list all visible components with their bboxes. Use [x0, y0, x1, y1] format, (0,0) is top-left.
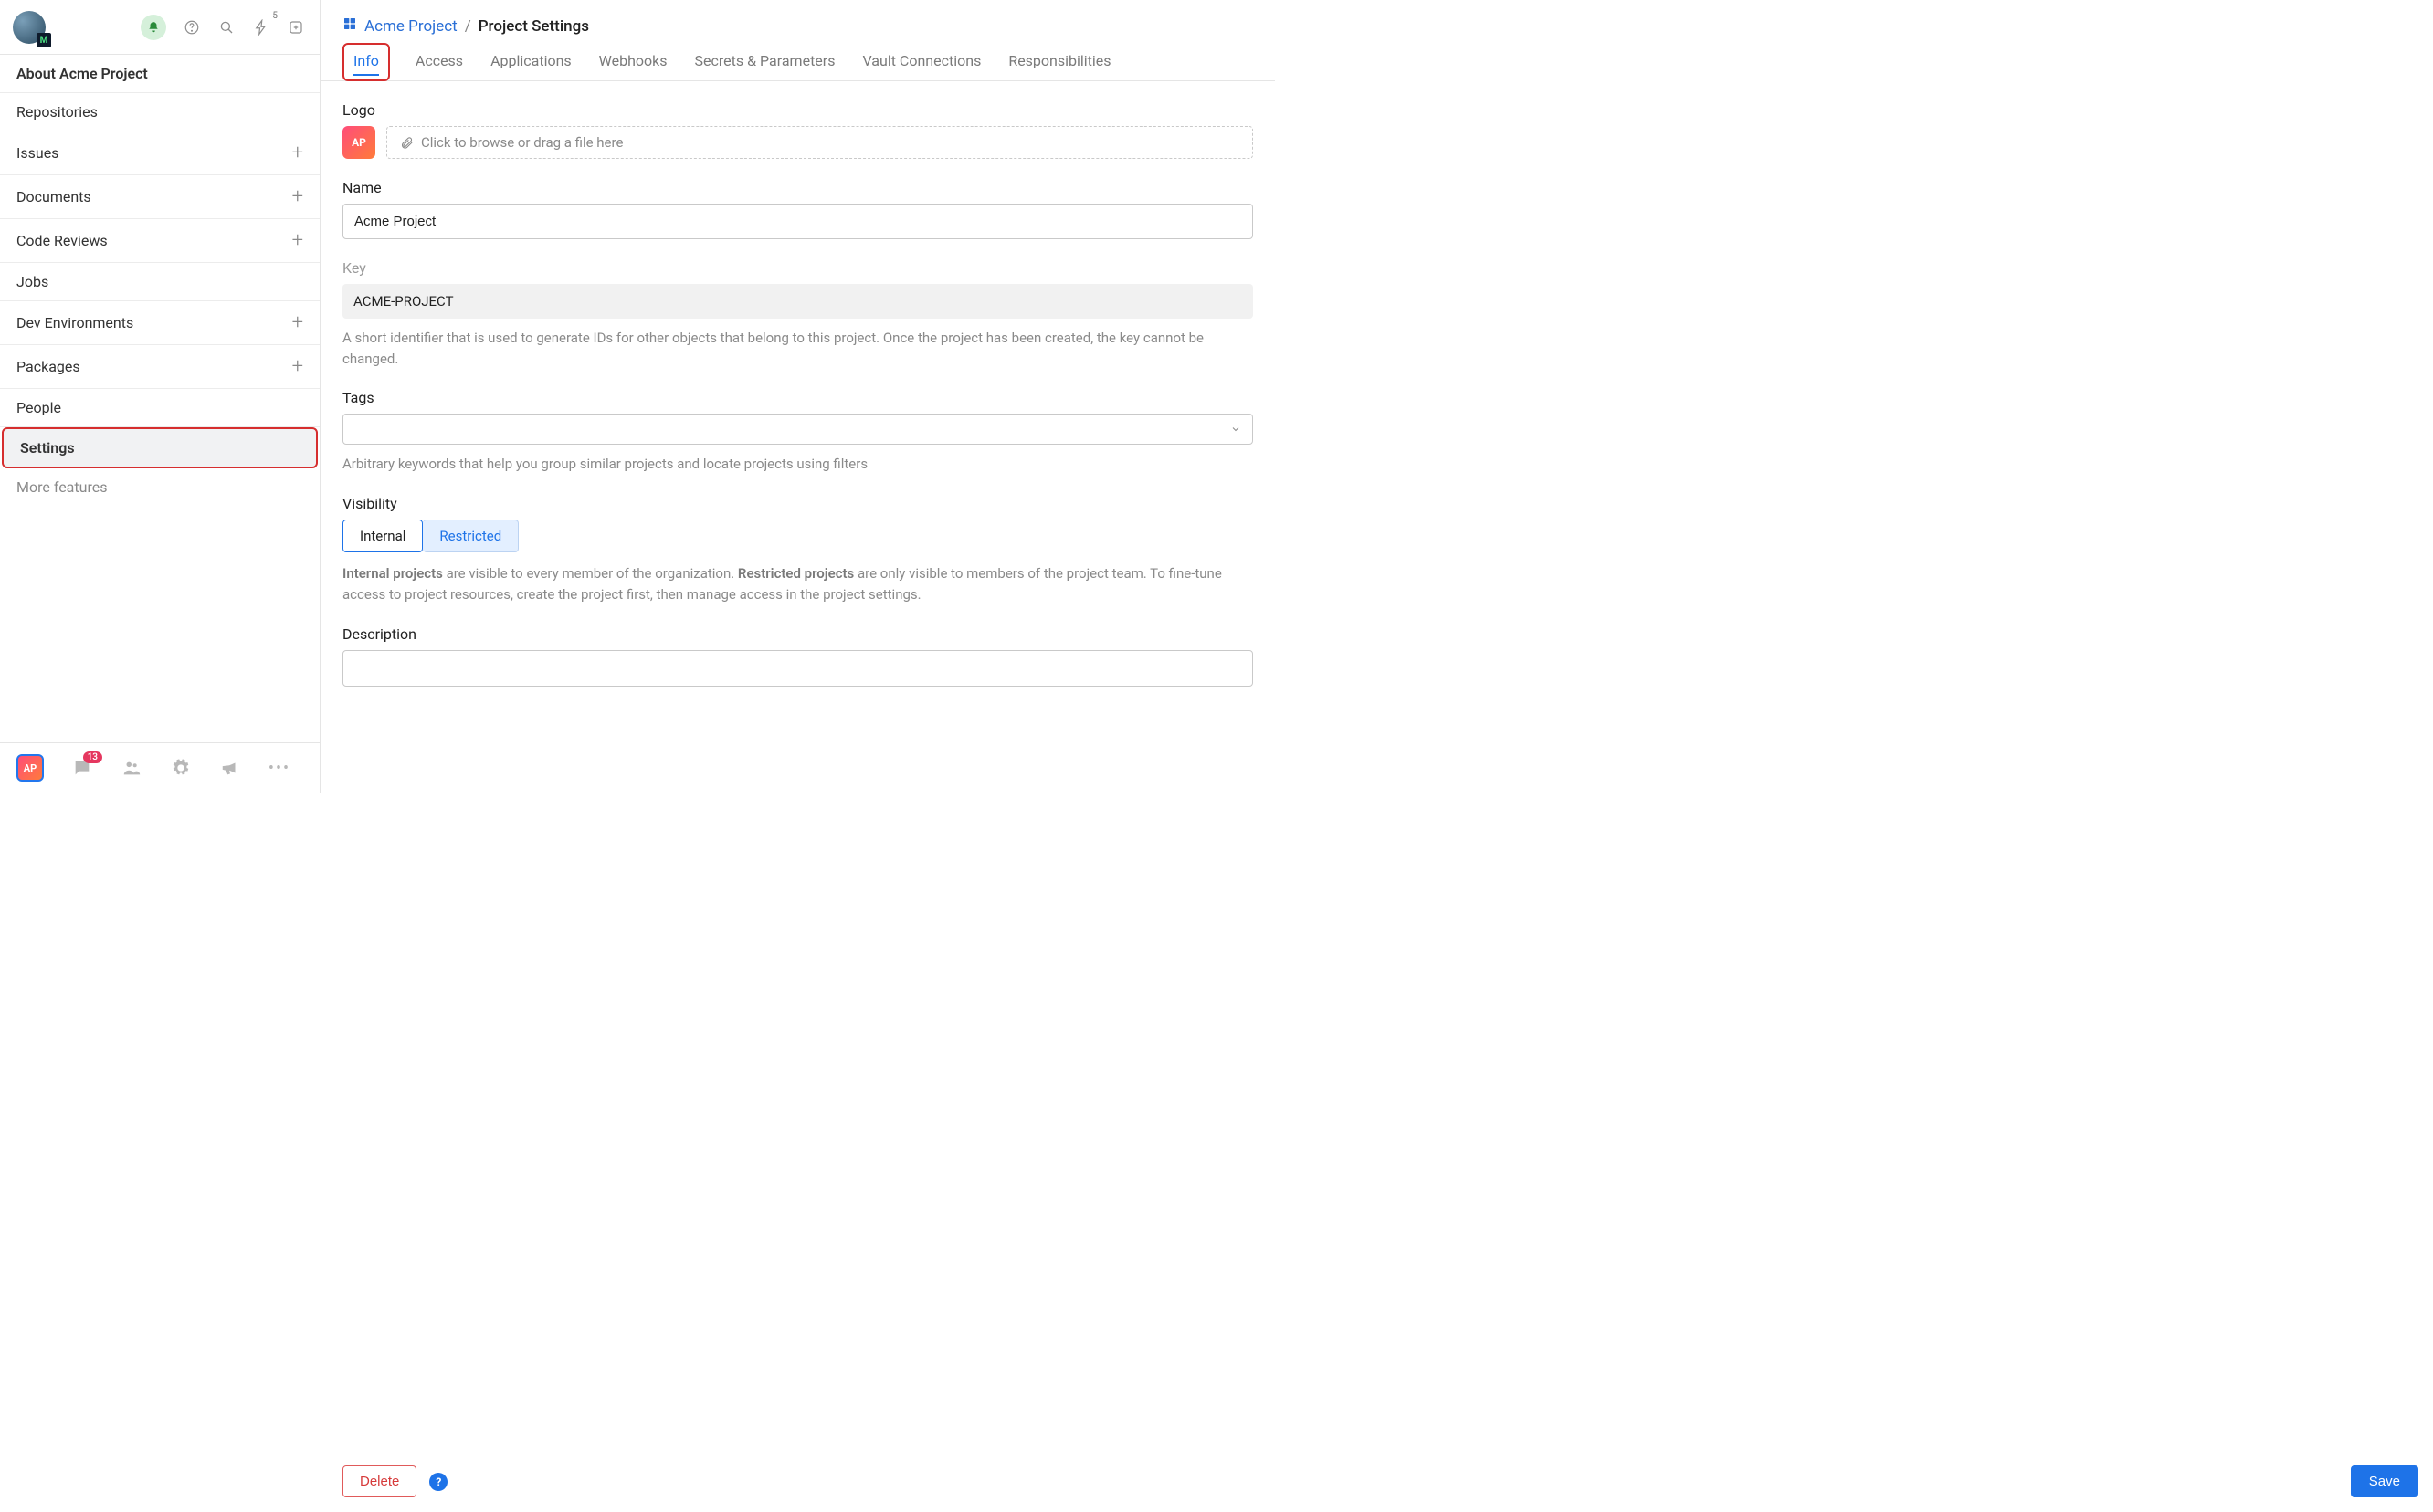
- gear-button[interactable]: [170, 757, 192, 779]
- breadcrumb-separator: /: [465, 17, 471, 36]
- tab-access[interactable]: Access: [414, 43, 465, 80]
- sidebar-item-label: People: [16, 399, 61, 416]
- bell-icon: [147, 21, 160, 34]
- sidebar-item-label: Repositories: [16, 103, 98, 121]
- sidebar-item-jobs[interactable]: Jobs: [0, 263, 320, 301]
- plus-icon[interactable]: +: [292, 185, 303, 208]
- sidebar-item-repositories[interactable]: Repositories: [0, 93, 320, 131]
- avatar[interactable]: M: [13, 11, 46, 44]
- sidebar-item-documents[interactable]: Documents +: [0, 175, 320, 219]
- search-icon: [218, 19, 235, 36]
- tags-help: Arbitrary keywords that help you group s…: [342, 454, 1253, 475]
- visibility-help-bold: Restricted projects: [738, 565, 854, 582]
- sidebar-item-label: Settings: [20, 439, 75, 457]
- sidebar-item-label: Jobs: [16, 273, 48, 290]
- team-button[interactable]: [121, 757, 142, 779]
- sidebar-item-people[interactable]: People: [0, 389, 320, 427]
- chevron-down-icon: [1230, 424, 1241, 435]
- sidebar-item-label: About Acme Project: [16, 65, 148, 82]
- description-label: Description: [342, 625, 1253, 643]
- gear-icon: [171, 758, 191, 778]
- attach-icon: [400, 136, 414, 150]
- more-button[interactable]: •••: [269, 757, 290, 779]
- form-content: Logo AP Click to browse or drag a file h…: [321, 81, 1275, 793]
- sidebar-header: M 5: [0, 0, 320, 55]
- logo-label: Logo: [342, 101, 1253, 119]
- search-button[interactable]: [217, 18, 236, 37]
- megaphone-icon: [220, 758, 240, 778]
- tags-label: Tags: [342, 389, 1253, 406]
- tags-select[interactable]: [342, 414, 1253, 445]
- help-button[interactable]: [183, 18, 201, 37]
- sidebar-item-code-reviews[interactable]: Code Reviews +: [0, 219, 320, 263]
- chat-badge: 13: [83, 751, 102, 763]
- plus-icon[interactable]: +: [292, 229, 303, 252]
- dropzone-text: Click to browse or drag a file here: [421, 134, 623, 151]
- plus-icon[interactable]: +: [292, 142, 303, 164]
- tab-vault[interactable]: Vault Connections: [860, 43, 983, 80]
- sidebar-item-label: Packages: [16, 358, 80, 375]
- visibility-help-bold: Internal projects: [342, 565, 443, 582]
- description-input[interactable]: [342, 650, 1253, 687]
- project-tile[interactable]: AP: [16, 754, 44, 782]
- bolt-count: 5: [272, 11, 278, 21]
- breadcrumb-link[interactable]: Acme Project: [364, 17, 458, 36]
- main-content: Acme Project / Project Settings Info Acc…: [321, 0, 1275, 793]
- bolt-button[interactable]: 5: [252, 18, 270, 37]
- megaphone-button[interactable]: [219, 757, 241, 779]
- settings-tabs: Info Access Applications Webhooks Secret…: [321, 43, 1275, 81]
- add-button[interactable]: [287, 18, 305, 37]
- chat-button[interactable]: 13: [71, 757, 93, 779]
- key-help: A short identifier that is used to gener…: [342, 328, 1253, 369]
- bolt-icon: [253, 19, 269, 36]
- sidebar-footer: AP 13 •••: [0, 742, 320, 793]
- name-input[interactable]: [342, 204, 1253, 239]
- breadcrumb: Acme Project / Project Settings: [321, 0, 1275, 43]
- tab-applications[interactable]: Applications: [489, 43, 574, 80]
- avatar-badge: M: [37, 33, 51, 47]
- visibility-internal[interactable]: Internal: [342, 520, 423, 552]
- visibility-help: Internal projects are visible to every m…: [342, 563, 1253, 606]
- visibility-segment: Internal Restricted: [342, 520, 1253, 552]
- key-label: Key: [342, 259, 1253, 277]
- sidebar-item-label: More features: [16, 478, 107, 496]
- sidebar-item-more-features[interactable]: More features: [0, 468, 320, 506]
- tab-webhooks[interactable]: Webhooks: [597, 43, 669, 80]
- sidebar: M 5 About Acme Project Repositories Issu…: [0, 0, 321, 793]
- team-icon: [121, 758, 142, 778]
- name-label: Name: [342, 179, 1253, 196]
- tab-responsibilities[interactable]: Responsibilities: [1006, 43, 1112, 80]
- sidebar-item-label: Dev Environments: [16, 314, 133, 331]
- logo-dropzone[interactable]: Click to browse or drag a file here: [386, 126, 1253, 159]
- visibility-label: Visibility: [342, 495, 1253, 512]
- sidebar-item-label: Documents: [16, 188, 91, 205]
- sidebar-item-dev-environments[interactable]: Dev Environments +: [0, 301, 320, 345]
- project-icon: [342, 16, 357, 36]
- breadcrumb-current: Project Settings: [479, 17, 589, 36]
- sidebar-item-issues[interactable]: Issues +: [0, 131, 320, 175]
- plus-icon[interactable]: +: [292, 355, 303, 378]
- tab-info[interactable]: Info: [342, 43, 390, 81]
- sidebar-nav: About Acme Project Repositories Issues+ …: [0, 55, 320, 742]
- plus-square-icon: [288, 19, 304, 36]
- sidebar-item-label: Issues: [16, 144, 58, 162]
- tab-secrets[interactable]: Secrets & Parameters: [693, 43, 837, 80]
- sidebar-item-about[interactable]: About Acme Project: [0, 55, 320, 93]
- logo-tile: AP: [342, 126, 375, 159]
- sidebar-item-label: Code Reviews: [16, 232, 108, 249]
- plus-icon[interactable]: +: [292, 311, 303, 334]
- sidebar-item-packages[interactable]: Packages +: [0, 345, 320, 389]
- notifications-button[interactable]: [141, 15, 166, 40]
- visibility-restricted[interactable]: Restricted: [423, 520, 519, 552]
- sidebar-item-settings[interactable]: Settings: [2, 427, 318, 468]
- key-value: ACME-PROJECT: [342, 284, 1253, 319]
- help-icon: [184, 19, 200, 36]
